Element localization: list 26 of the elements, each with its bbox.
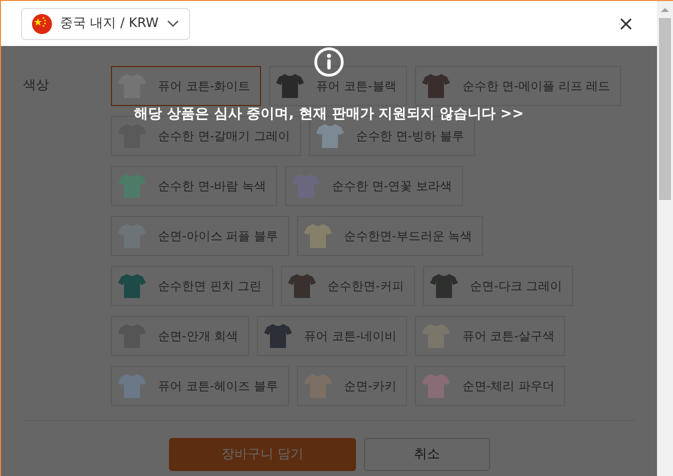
flag-icon xyxy=(32,14,52,34)
color-swatch[interactable]: 퓨어 코튼-화이트 xyxy=(111,66,262,106)
color-swatch[interactable]: 순수한면 핀치 그린 xyxy=(111,266,273,306)
chevron-down-icon xyxy=(166,20,179,28)
color-swatch[interactable]: 순면-카키 xyxy=(296,366,408,406)
color-swatch[interactable]: 퓨어 코튼-네이비 xyxy=(257,316,408,356)
color-swatch[interactable]: 퓨어 코튼-살구색 xyxy=(415,316,566,356)
color-swatch[interactable]: 퓨어 코튼-블랙 xyxy=(269,66,408,106)
region-selector[interactable]: 중국 내지 / KRW xyxy=(21,8,190,40)
info-icon xyxy=(314,47,344,77)
color-swatch[interactable]: 순면-다크 그레이 xyxy=(422,266,574,306)
cancel-button[interactable]: 취소 xyxy=(364,438,490,471)
color-label: 색상 xyxy=(23,77,50,95)
scrollbar-thumb[interactable] xyxy=(659,18,671,200)
color-swatch[interactable]: 순수한 면-메이플 리프 레드 xyxy=(415,66,622,106)
color-swatch[interactable]: 순면-체리 파우더 xyxy=(415,366,566,406)
color-swatch[interactable]: 퓨어 코튼-헤이즈 블루 xyxy=(111,366,289,406)
color-swatch[interactable]: 순면-안개 회색 xyxy=(111,316,250,356)
close-button[interactable] xyxy=(619,16,633,30)
color-swatch[interactable]: 순수한면-커피 xyxy=(280,266,415,306)
scroll-up-arrow-icon[interactable] xyxy=(661,7,669,13)
color-swatch[interactable]: 순수한 면-연꽃 보라색 xyxy=(284,166,463,206)
color-swatch[interactable]: 순수한 면-바람 녹색 xyxy=(111,166,277,206)
add-to-cart-button[interactable]: 장바구니 담기 xyxy=(169,438,356,471)
color-swatch[interactable]: 순면-아이스 퍼플 블루 xyxy=(111,216,289,256)
color-swatch[interactable]: 순수한면-부드러운 녹색 xyxy=(296,216,484,256)
